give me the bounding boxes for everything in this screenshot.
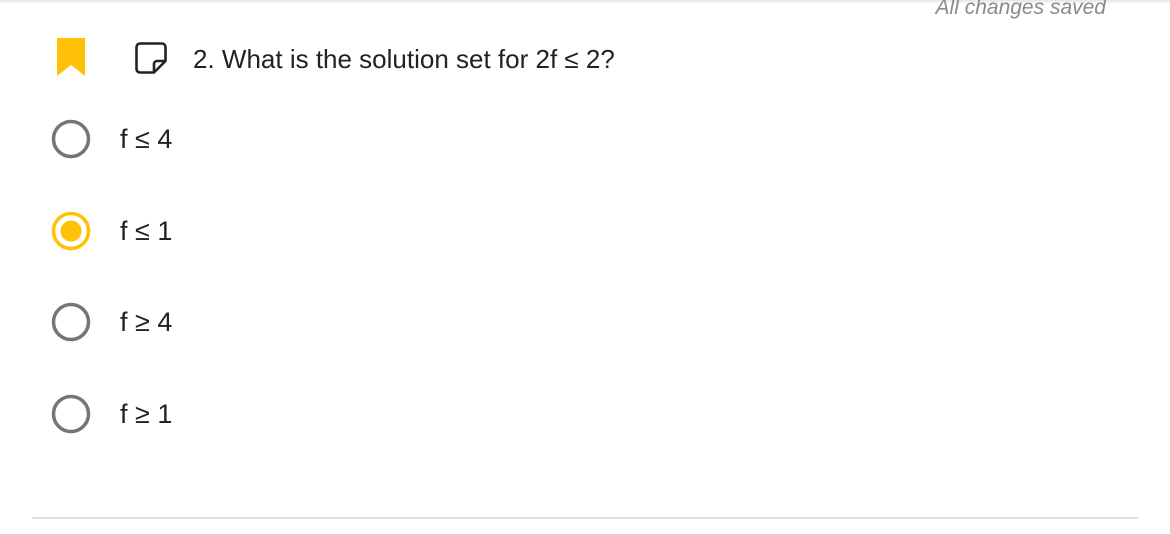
answer-option-label: f ≤ 1: [120, 215, 173, 246]
answer-option-label: f ≥ 4: [120, 306, 173, 337]
answer-option-2[interactable]: f ≤ 1: [50, 207, 350, 255]
radio-button-selected[interactable]: [50, 210, 92, 252]
note-icon[interactable]: [134, 41, 168, 75]
bookmark-icon[interactable]: [57, 38, 85, 76]
question-text: 2. What is the solution set for 2f ≤ 2?: [193, 44, 615, 74]
answer-option-1[interactable]: f ≤ 4: [50, 115, 350, 163]
bottom-divider: [32, 517, 1138, 519]
save-status-text: All changes saved: [935, 0, 1106, 19]
answer-option-label: f ≤ 4: [120, 123, 173, 154]
answer-option-4[interactable]: f ≥ 1: [50, 390, 350, 438]
quiz-page: All changes saved 2. What is the solutio…: [0, 0, 1170, 534]
radio-button-unselected[interactable]: [50, 301, 92, 343]
answer-option-label: f ≥ 1: [120, 398, 173, 429]
radio-button-unselected[interactable]: [50, 393, 92, 435]
radio-button-unselected[interactable]: [50, 118, 92, 160]
answer-option-3[interactable]: f ≥ 4: [50, 298, 350, 346]
